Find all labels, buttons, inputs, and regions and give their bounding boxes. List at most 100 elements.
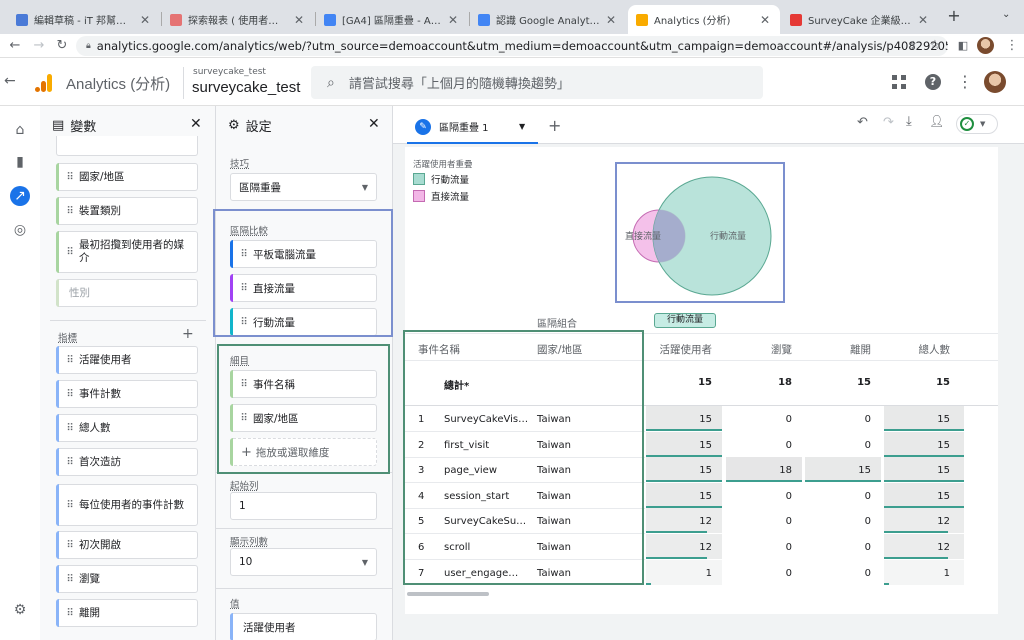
drag-handle-icon[interactable]: ⠿: [61, 247, 79, 258]
metric-chip[interactable]: ⠿ 每位使用者的事件計數: [56, 484, 198, 526]
country-cell[interactable]: Taiwan: [537, 491, 571, 502]
advertising-icon[interactable]: ◎: [10, 220, 30, 240]
event-name-cell[interactable]: scroll: [444, 542, 470, 553]
tab-search-icon[interactable]: ⌄: [1002, 9, 1016, 23]
back-icon[interactable]: ←: [6, 37, 24, 55]
drag-handle-icon[interactable]: ⠿: [61, 457, 79, 468]
technique-select[interactable]: 區隔重疊 ▼: [230, 173, 377, 201]
new-tab-button[interactable]: +: [946, 8, 962, 24]
account-selector[interactable]: surveycake_test: [192, 79, 300, 96]
apps-grid-icon[interactable]: [891, 74, 907, 90]
dimension-chip[interactable]: 性別: [56, 279, 198, 307]
forward-icon[interactable]: →: [30, 37, 48, 55]
close-settings-icon[interactable]: ✕: [368, 116, 380, 132]
event-name-cell[interactable]: first_visit: [444, 440, 489, 451]
tab-dropdown-icon[interactable]: ▼: [519, 122, 525, 131]
column-header[interactable]: 活躍使用者: [632, 342, 713, 357]
account-small-label[interactable]: surveycake_test: [193, 67, 266, 77]
event-name-cell[interactable]: SurveyCakeSu…: [444, 516, 526, 527]
browser-tab[interactable]: 探索報表 ( 使用者多層檢視 ) ✕: [162, 5, 314, 34]
home-icon[interactable]: ⌂: [10, 120, 30, 140]
drag-handle-icon[interactable]: ⠿: [61, 423, 79, 434]
share-person-icon[interactable]: 👤︎: [929, 114, 944, 128]
tab-close-icon[interactable]: ✕: [604, 13, 618, 27]
drag-handle-icon[interactable]: ⠿: [235, 249, 253, 260]
drag-handle-icon[interactable]: ⠿: [61, 540, 79, 551]
segment-chip[interactable]: ⠿ 平板電腦流量: [230, 240, 377, 268]
segment-chip[interactable]: ⠿ 行動流量: [230, 308, 377, 336]
column-header[interactable]: 國家/地區: [537, 342, 583, 357]
dimension-chip-cut[interactable]: [56, 136, 198, 156]
event-name-cell[interactable]: session_start: [444, 491, 509, 502]
show-rows-select[interactable]: 10 ▼: [230, 548, 377, 576]
share-icon[interactable]: ⇪: [904, 37, 922, 55]
browser-tab[interactable]: 認識 Google Analytics (分析) ✕: [470, 5, 626, 34]
country-cell[interactable]: Taiwan: [537, 414, 571, 425]
values-chip[interactable]: 活躍使用者: [230, 613, 377, 640]
tab-close-icon[interactable]: ✕: [446, 13, 460, 27]
country-cell[interactable]: Taiwan: [537, 568, 571, 579]
country-cell[interactable]: Taiwan: [537, 542, 571, 553]
add-dimension-dropzone[interactable]: + 拖放或選取維度: [230, 438, 377, 466]
tab-close-icon[interactable]: ✕: [292, 13, 306, 27]
event-name-cell[interactable]: user_engage…: [444, 568, 518, 579]
download-icon[interactable]: ⤓: [906, 114, 912, 129]
column-header[interactable]: 瀏覽: [712, 342, 792, 357]
breakdown-chip[interactable]: ⠿ 國家/地區: [230, 404, 377, 432]
drag-handle-icon[interactable]: ⠿: [61, 355, 79, 366]
event-name-cell[interactable]: page_view: [444, 465, 497, 476]
back-arrow-icon[interactable]: ←: [4, 73, 16, 89]
metric-chip[interactable]: ⠿ 總人數: [56, 414, 198, 442]
drag-handle-icon[interactable]: ⠿: [61, 206, 79, 217]
country-cell[interactable]: Taiwan: [537, 516, 571, 527]
dimension-chip[interactable]: ⠿ 最初招攬到使用者的媒介: [56, 231, 198, 273]
column-header[interactable]: 事件名稱: [418, 342, 460, 357]
drag-handle-icon[interactable]: ⠿: [235, 413, 253, 424]
metric-chip[interactable]: ⠿ 初次開啟: [56, 531, 198, 559]
sidepanel-icon[interactable]: ◧: [954, 37, 972, 55]
browser-tab[interactable]: [GA4] 區隔重疊 - Analytics 說 ✕: [316, 5, 468, 34]
redo-icon[interactable]: ↷: [883, 115, 894, 130]
metric-chip[interactable]: ⠿ 事件計數: [56, 380, 198, 408]
dimension-chip[interactable]: ⠿ 裝置類別: [56, 197, 198, 225]
browser-tab[interactable]: SurveyCake 企業級的雲端問卷 ✕: [782, 5, 938, 34]
metric-chip[interactable]: ⠿ 活躍使用者: [56, 346, 198, 374]
status-check-button[interactable]: ✓ ▼: [956, 114, 998, 134]
country-cell[interactable]: Taiwan: [537, 465, 571, 476]
metric-chip[interactable]: ⠿ 首次造訪: [56, 448, 198, 476]
tab-close-icon[interactable]: ✕: [138, 13, 152, 27]
browser-tab[interactable]: Analytics (分析) ✕: [628, 5, 780, 34]
tab-segment-overlap[interactable]: ✎ 區隔重疊 1 ▼: [407, 111, 538, 144]
column-header[interactable]: 總人數: [870, 342, 951, 357]
close-variables-icon[interactable]: ✕: [190, 116, 202, 132]
address-bar[interactable]: 🔒︎ analytics.google.com/analytics/web/?u…: [76, 36, 948, 56]
drag-handle-icon[interactable]: ⠿: [61, 608, 79, 619]
country-cell[interactable]: Taiwan: [537, 440, 571, 451]
drag-handle-icon[interactable]: ⠿: [235, 317, 253, 328]
bookmark-star-icon[interactable]: ☆: [926, 37, 944, 55]
dimension-chip[interactable]: ⠿ 國家/地區: [56, 163, 198, 191]
help-icon[interactable]: ?: [925, 74, 941, 90]
tab-close-icon[interactable]: ✕: [758, 13, 772, 27]
segment-combo-chip[interactable]: 行動流量: [654, 313, 716, 328]
horizontal-scrollbar[interactable]: [407, 592, 489, 596]
admin-gear-icon[interactable]: ⚙: [10, 600, 30, 620]
reload-icon[interactable]: ↻: [53, 37, 71, 55]
metric-chip[interactable]: ⠿ 瀏覽: [56, 565, 198, 593]
drag-handle-icon[interactable]: ⠿: [61, 172, 79, 183]
browser-tab[interactable]: 編輯草稿 - iT 邦幫忙::一起幫 ✕: [8, 5, 160, 34]
add-tab-button[interactable]: +: [548, 116, 561, 135]
drag-handle-icon[interactable]: ⠿: [235, 379, 253, 390]
breakdown-chip[interactable]: ⠿ 事件名稱: [230, 370, 377, 398]
segment-chip[interactable]: ⠿ 直接流量: [230, 274, 377, 302]
profile-avatar[interactable]: [977, 37, 994, 54]
search-input[interactable]: ⌕ 請嘗試搜尋「上個月的隨機轉換趨勢」: [311, 66, 763, 99]
column-header[interactable]: 離開: [791, 342, 871, 357]
drag-handle-icon[interactable]: ⠿: [61, 574, 79, 585]
tab-close-icon[interactable]: ✕: [916, 13, 930, 27]
more-vert-icon[interactable]: ⋮: [957, 72, 973, 91]
browser-menu-icon[interactable]: ⋮: [1003, 37, 1021, 55]
metric-chip[interactable]: ⠿ 離開: [56, 599, 198, 627]
reports-icon[interactable]: ▮: [10, 152, 30, 172]
drag-handle-icon[interactable]: ⠿: [61, 500, 79, 511]
